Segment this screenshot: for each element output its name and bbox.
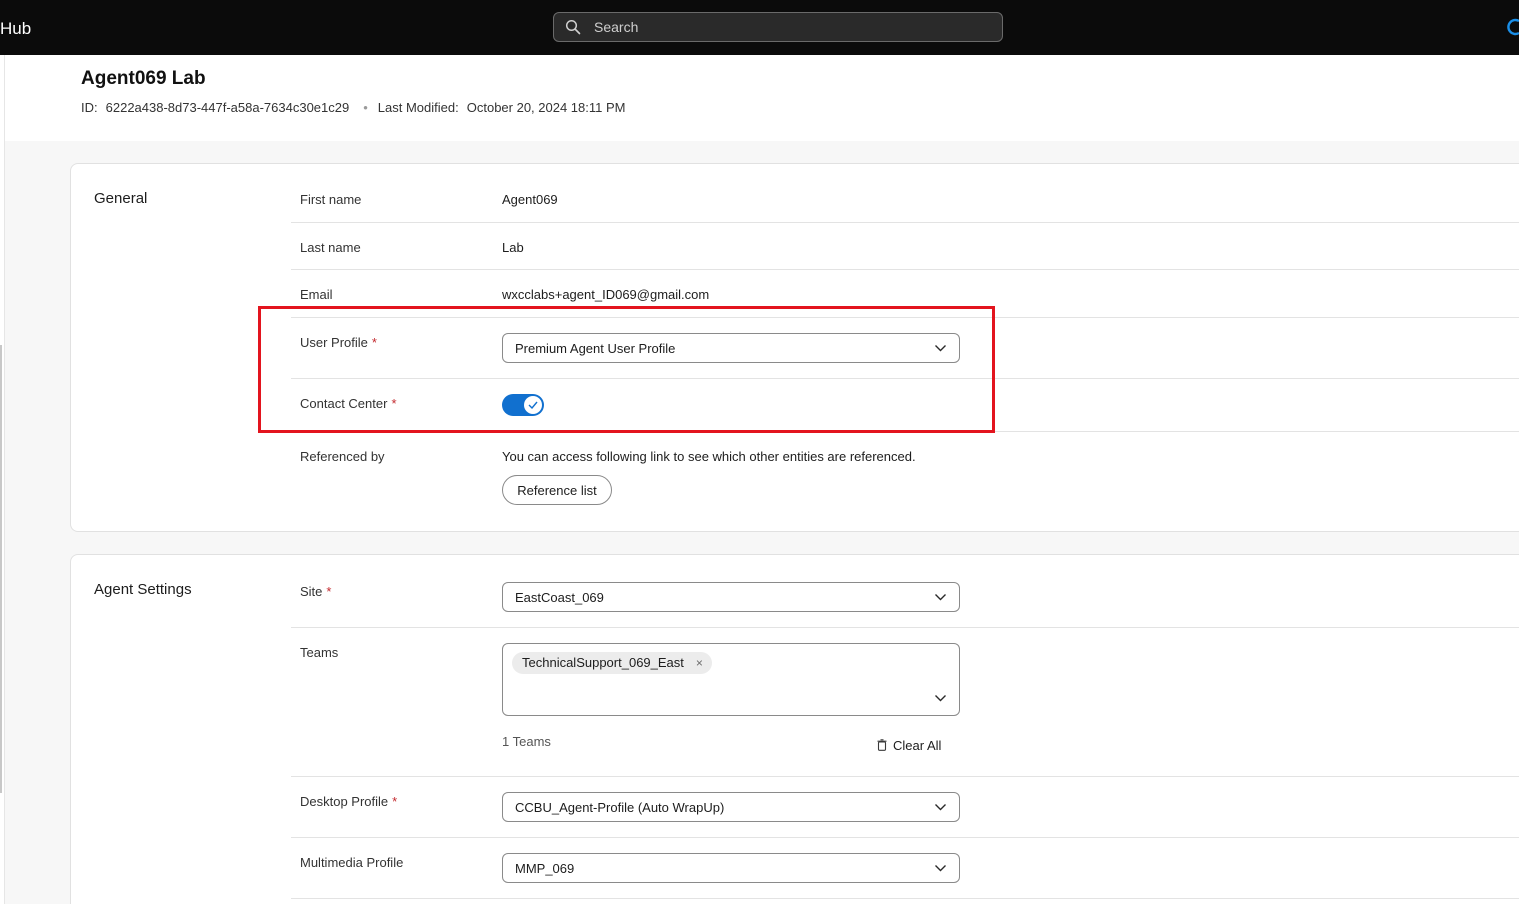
user-profile-label: User Profile * bbox=[300, 335, 377, 350]
contact-center-label-text: Contact Center bbox=[300, 396, 388, 411]
chevron-down-icon bbox=[935, 594, 946, 601]
required-marker: * bbox=[371, 335, 377, 350]
desktop-profile-select[interactable]: CCBU_Agent-Profile (Auto WrapUp) bbox=[502, 792, 960, 822]
referenced-by-label: Referenced by bbox=[300, 449, 385, 464]
app-name[interactable]: Hub bbox=[0, 19, 31, 39]
user-profile-label-text: User Profile bbox=[300, 335, 368, 350]
toggle-knob bbox=[524, 396, 542, 414]
last-modified-label: Last Modified: bbox=[377, 100, 459, 115]
rail-scroll-indicator bbox=[0, 345, 2, 793]
required-marker: * bbox=[326, 584, 332, 599]
multimedia-profile-selected-value: MMP_069 bbox=[515, 861, 575, 876]
user-profile-selected-value: Premium Agent User Profile bbox=[515, 341, 676, 356]
check-icon bbox=[528, 401, 538, 409]
email-label: Email bbox=[300, 287, 333, 302]
agent-settings-section-title: Agent Settings bbox=[94, 581, 192, 598]
teams-label: Teams bbox=[300, 645, 339, 660]
divider bbox=[291, 898, 1519, 899]
chevron-down-icon bbox=[935, 865, 946, 872]
first-name-label: First name bbox=[300, 192, 362, 207]
chevron-down-icon bbox=[935, 695, 946, 702]
site-selected-value: EastCoast_069 bbox=[515, 590, 604, 605]
divider bbox=[291, 222, 1519, 223]
clear-all-button[interactable]: Clear All bbox=[877, 738, 941, 753]
general-section-title: General bbox=[94, 190, 148, 207]
id-label: ID: bbox=[81, 100, 98, 115]
page-header: Agent069 Lab ID: 6222a438-8d73-447f-a58a-… bbox=[5, 55, 1519, 141]
last-name-label: Last name bbox=[300, 240, 361, 255]
top-bar: Hub bbox=[0, 0, 1519, 55]
desktop-profile-selected-value: CCBU_Agent-Profile (Auto WrapUp) bbox=[515, 800, 725, 815]
search-box[interactable] bbox=[553, 12, 1003, 42]
divider bbox=[291, 431, 1519, 432]
left-rail bbox=[0, 55, 5, 904]
divider bbox=[291, 317, 1519, 318]
teams-count: 1 Teams bbox=[502, 734, 551, 749]
divider bbox=[291, 627, 1519, 628]
divider bbox=[291, 776, 1519, 777]
required-marker: * bbox=[391, 396, 397, 411]
divider bbox=[291, 378, 1519, 379]
chevron-down-icon bbox=[935, 804, 946, 811]
search-input[interactable] bbox=[594, 13, 994, 41]
desktop-profile-label-text: Desktop Profile bbox=[300, 794, 389, 809]
trash-icon bbox=[877, 739, 887, 751]
search-icon bbox=[565, 19, 581, 35]
chevron-down-icon bbox=[935, 345, 946, 352]
contact-center-toggle[interactable] bbox=[502, 394, 544, 416]
multimedia-profile-label: Multimedia Profile bbox=[300, 855, 404, 870]
user-profile-select[interactable]: Premium Agent User Profile bbox=[502, 333, 960, 363]
referenced-by-text: You can access following link to see whi… bbox=[502, 449, 916, 464]
required-marker: * bbox=[392, 794, 398, 809]
clear-all-label: Clear All bbox=[893, 738, 942, 753]
agent-settings-card: Agent Settings Site * EastCoast_069 Teams… bbox=[70, 554, 1519, 904]
id-value: 6222a438-8d73-447f-a58a-7634c30e1c29 bbox=[105, 100, 350, 115]
multimedia-profile-select[interactable]: MMP_069 bbox=[502, 853, 960, 883]
last-name-value: Lab bbox=[502, 240, 524, 255]
divider bbox=[291, 837, 1519, 838]
reference-list-button[interactable]: Reference list bbox=[502, 475, 612, 505]
teams-multiselect[interactable]: TechnicalSupport_069_East × bbox=[502, 643, 960, 716]
last-modified-value: October 20, 2024 18:11 PM bbox=[466, 100, 626, 115]
site-label: Site * bbox=[300, 584, 331, 599]
team-chip: TechnicalSupport_069_East × bbox=[512, 652, 712, 674]
help-icon[interactable] bbox=[1507, 18, 1519, 36]
desktop-profile-label: Desktop Profile * bbox=[300, 794, 397, 809]
separator-dot: • bbox=[363, 100, 368, 115]
meta-line: ID: 6222a438-8d73-447f-a58a-7634c30e1c29 •… bbox=[81, 100, 625, 115]
email-value: wxcclabs+agent_ID069@gmail.com bbox=[502, 287, 710, 302]
site-select[interactable]: EastCoast_069 bbox=[502, 582, 960, 612]
divider bbox=[291, 269, 1519, 270]
page-title: Agent069 Lab bbox=[81, 68, 206, 89]
contact-center-label: Contact Center * bbox=[300, 396, 397, 411]
team-chip-label: TechnicalSupport_069_East bbox=[522, 655, 684, 670]
first-name-value: Agent069 bbox=[502, 192, 558, 207]
general-card: General First name Agent069 Last name La… bbox=[70, 163, 1519, 532]
site-label-text: Site bbox=[300, 584, 323, 599]
chip-remove-icon[interactable]: × bbox=[696, 652, 703, 674]
